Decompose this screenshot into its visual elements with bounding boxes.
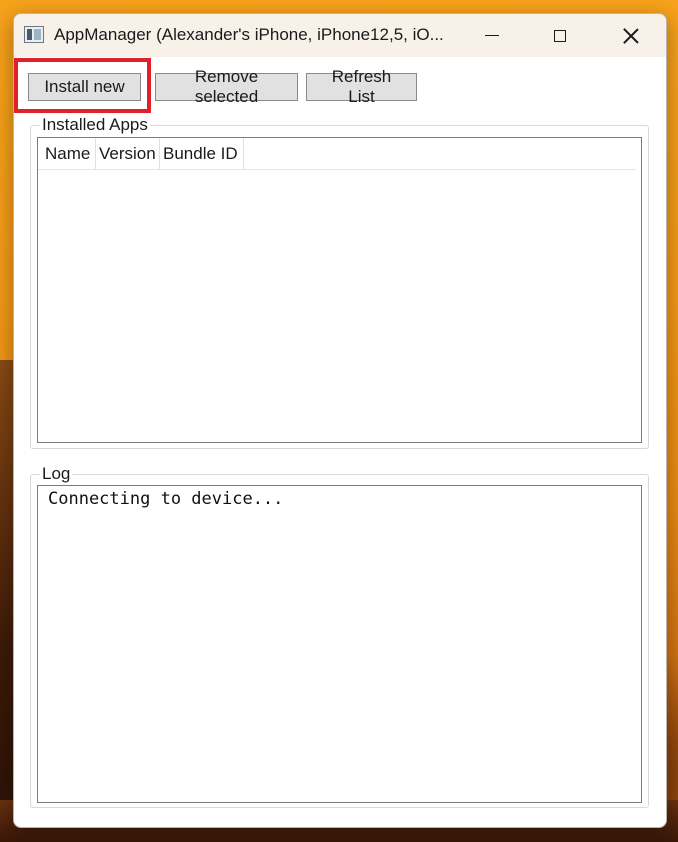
installed-apps-list[interactable]: Name Version Bundle ID — [37, 137, 642, 443]
installed-apps-group: Installed Apps Name Version Bundle ID — [30, 115, 649, 449]
maximize-button[interactable] — [537, 14, 583, 57]
close-icon — [623, 28, 639, 44]
column-header-version[interactable]: Version — [96, 138, 160, 169]
log-output[interactable]: Connecting to device... — [37, 485, 642, 803]
close-button[interactable] — [608, 14, 654, 57]
title-bar[interactable]: AppManager (Alexander's iPhone, iPhone12… — [14, 14, 666, 57]
list-header: Name Version Bundle ID — [38, 138, 636, 170]
window-title: AppManager (Alexander's iPhone, iPhone12… — [54, 25, 444, 44]
installed-apps-label: Installed Apps — [40, 115, 150, 135]
maximize-icon — [554, 29, 566, 42]
install-new-button[interactable]: Install new — [28, 73, 141, 101]
refresh-list-button[interactable]: Refresh List — [306, 67, 417, 106]
column-header-name[interactable]: Name — [38, 138, 96, 169]
column-header-bundle-id[interactable]: Bundle ID — [160, 138, 244, 169]
app-window-icon — [24, 26, 44, 43]
app-manager-window: AppManager (Alexander's iPhone, iPhone12… — [13, 13, 667, 828]
minimize-button[interactable] — [469, 14, 515, 57]
remove-selected-button[interactable]: Remove selected — [155, 67, 298, 106]
log-label: Log — [40, 464, 73, 484]
log-group: Log Connecting to device... — [30, 464, 649, 808]
minimize-icon — [485, 34, 499, 37]
